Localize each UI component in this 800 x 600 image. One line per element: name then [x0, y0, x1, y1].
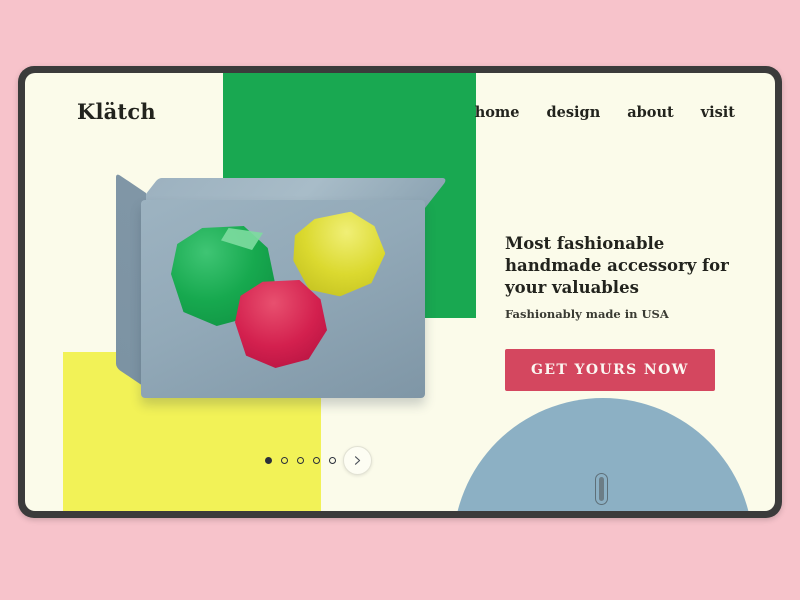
page-viewport: Klätch home design about visit Most fash… [25, 73, 775, 511]
carousel-dot-4[interactable] [313, 457, 320, 464]
chevron-right-icon [354, 456, 361, 465]
nav-link-design[interactable]: design [547, 104, 601, 121]
nav-link-about[interactable]: about [627, 104, 673, 121]
carousel-dot-1[interactable] [265, 457, 272, 464]
hero-copy: Most fashionable handmade accessory for … [505, 233, 755, 392]
carousel-dot-3[interactable] [297, 457, 304, 464]
carousel-dot-2[interactable] [281, 457, 288, 464]
carousel-controls [265, 446, 372, 475]
main-nav: home design about visit [475, 104, 735, 121]
nav-link-home[interactable]: home [475, 104, 520, 121]
brand-logo[interactable]: Klätch [77, 99, 156, 124]
hero-subheadline: Fashionably made in USA [505, 307, 669, 322]
device-frame: Klätch home design about visit Most fash… [18, 66, 782, 518]
clasp-pill-core [599, 477, 604, 501]
get-yours-now-button[interactable]: GET YOURS NOW [505, 349, 715, 392]
hero-headline: Most fashionable handmade accessory for … [505, 234, 729, 297]
nav-link-visit[interactable]: visit [701, 104, 735, 121]
clasp-pill-icon [595, 473, 608, 505]
product-image [113, 172, 449, 413]
carousel-dot-5[interactable] [329, 457, 336, 464]
carousel-next-button[interactable] [343, 446, 372, 475]
